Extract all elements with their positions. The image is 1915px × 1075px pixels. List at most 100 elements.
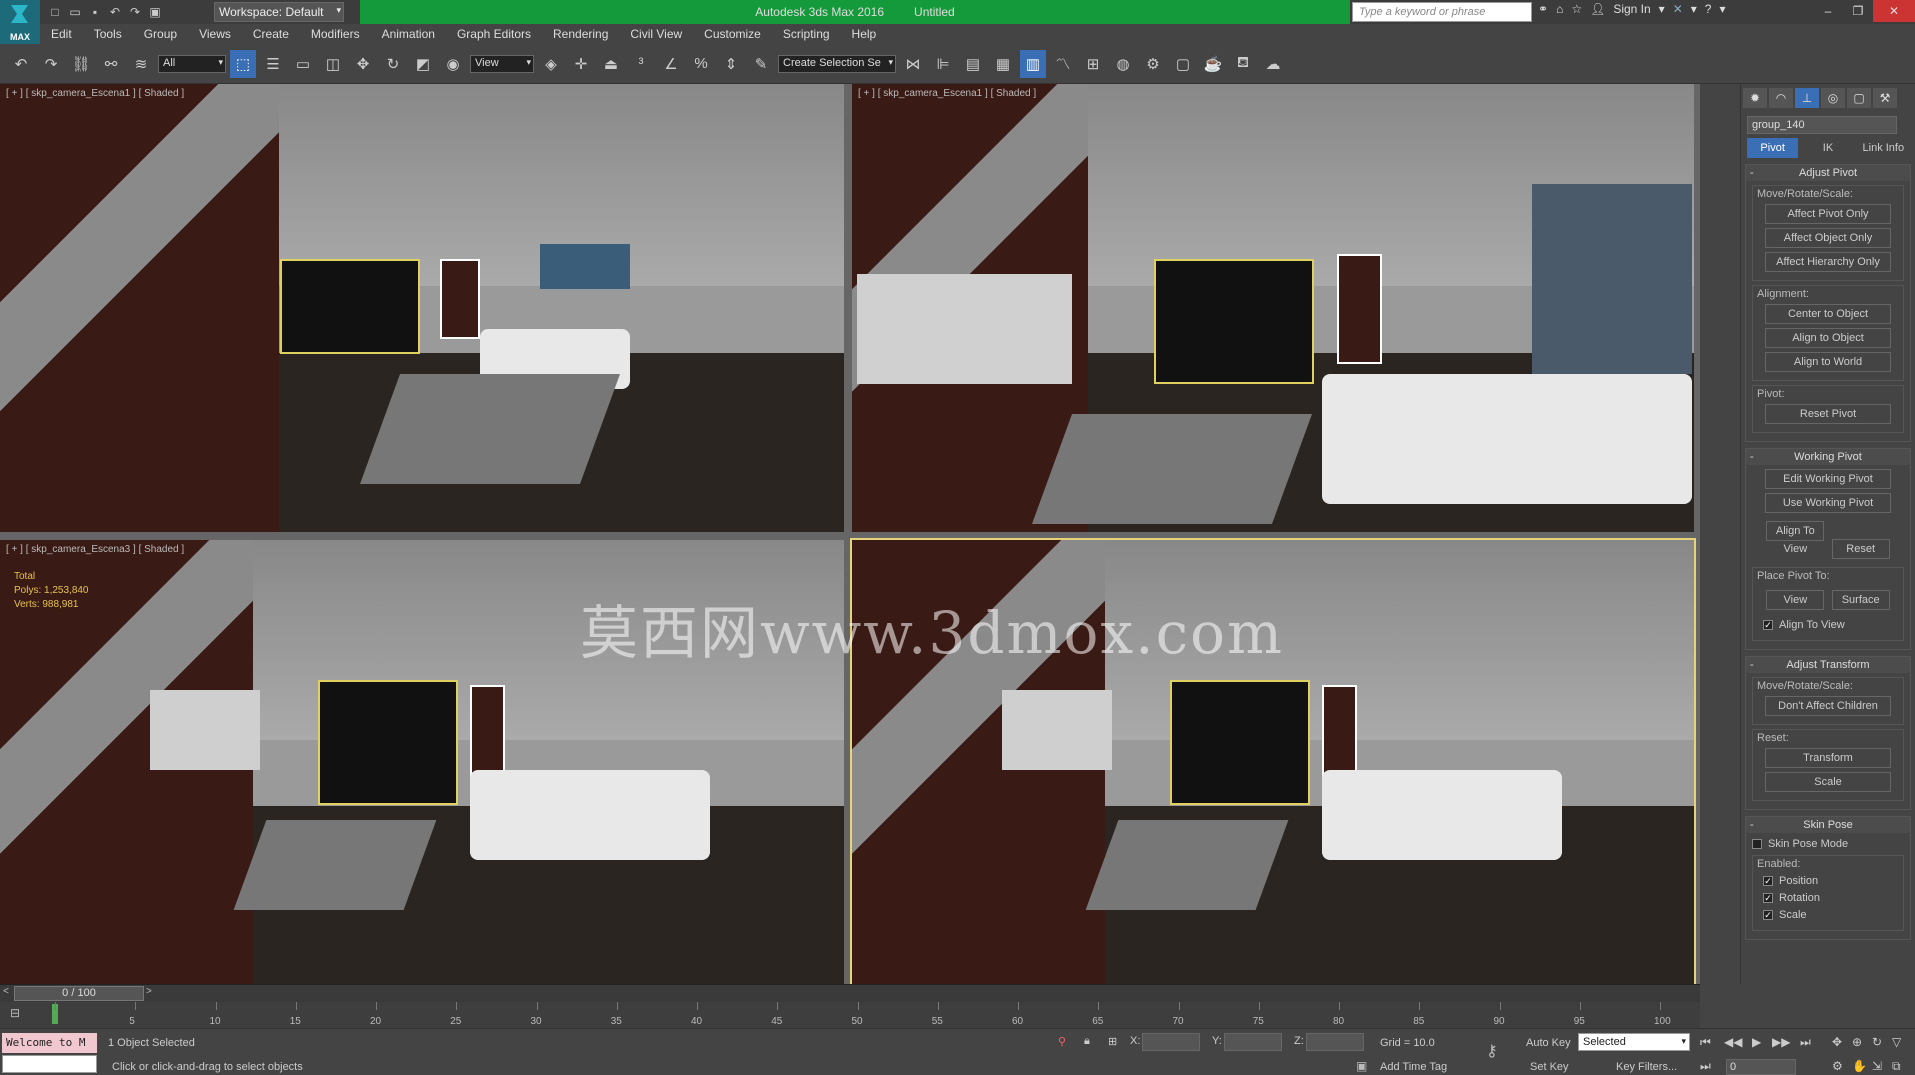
checkbox-checked[interactable]: ✓ — [1763, 893, 1773, 903]
rollout-header[interactable]: - Adjust Transform — [1746, 657, 1910, 673]
selection-filter-dropdown[interactable]: All ▾ — [158, 54, 226, 73]
orbit-icon[interactable]: ↻ — [1872, 1035, 1882, 1049]
align-to-view-button[interactable]: Align To View — [1766, 521, 1825, 555]
menu-modifiers[interactable]: Modifiers — [300, 27, 371, 41]
tab-link-info[interactable]: Link Info — [1858, 138, 1909, 158]
place-surface-button[interactable]: Surface — [1831, 590, 1890, 610]
menu-edit[interactable]: Edit — [40, 27, 83, 41]
maxscript-input[interactable] — [2, 1055, 97, 1073]
reset-transform-button[interactable]: Transform — [1765, 748, 1891, 768]
absolute-mode-icon[interactable]: ⊞ — [1108, 1035, 1117, 1048]
tab-pivot[interactable]: Pivot — [1747, 138, 1799, 158]
restore-icon[interactable]: ❐ — [1843, 0, 1873, 22]
center-to-object-button[interactable]: Center to Object — [1765, 304, 1891, 324]
affect-hierarchy-only-button[interactable]: Affect Hierarchy Only — [1765, 252, 1891, 272]
go-to-end-icon[interactable]: ⏭ — [1800, 1035, 1811, 1050]
maxscript-listener[interactable]: Welcome to M — [2, 1033, 97, 1053]
time-tag-icon[interactable]: ▣ — [1356, 1059, 1367, 1073]
field-of-view-icon[interactable]: ▽ — [1892, 1035, 1901, 1049]
select-rotate-icon[interactable]: ↻ — [380, 50, 406, 78]
material-editor-icon[interactable]: ◍ — [1110, 50, 1136, 78]
select-by-name-icon[interactable]: ☰ — [260, 50, 286, 78]
align-to-object-button[interactable]: Align to Object — [1765, 328, 1891, 348]
mini-curve-editor-icon[interactable]: ⊟ — [10, 1006, 20, 1020]
sign-in-link[interactable]: Sign In — [1613, 2, 1650, 16]
create-tab-icon[interactable]: ✹ — [1743, 88, 1767, 108]
toggle-ribbon-icon[interactable]: ▦ — [990, 50, 1016, 78]
save-file-icon[interactable]: ▪ — [86, 3, 104, 21]
rotation-checkbox[interactable]: ✓ Rotation — [1763, 892, 1893, 904]
edit-working-pivot-button[interactable]: Edit Working Pivot — [1765, 469, 1891, 489]
menu-scripting[interactable]: Scripting — [772, 27, 841, 41]
zoom-all-icon[interactable]: ⊕ — [1852, 1035, 1862, 1049]
play-icon[interactable]: ▶ — [1752, 1035, 1761, 1049]
isolate-icon[interactable]: ⚲ — [1058, 1035, 1066, 1048]
lock-selection-icon[interactable]: 🔒︎ — [1084, 1035, 1090, 1048]
exchange-icon[interactable]: ✕ — [1673, 2, 1683, 16]
modify-tab-icon[interactable]: ◠ — [1769, 88, 1793, 108]
menu-rendering[interactable]: Rendering — [542, 27, 619, 41]
undo-icon[interactable]: ↶ — [8, 50, 34, 78]
favorites-star-icon[interactable]: ☆ — [1571, 2, 1582, 16]
set-key-button[interactable]: Set Key — [1530, 1061, 1569, 1073]
use-working-pivot-button[interactable]: Use Working Pivot — [1765, 493, 1891, 513]
window-crossing-icon[interactable]: ◫ — [320, 50, 346, 78]
render-iterative-icon[interactable]: ⛾ — [1230, 50, 1256, 78]
bind-space-warp-icon[interactable]: ≋ — [128, 50, 154, 78]
key-icon[interactable]: ⚷ — [1486, 1041, 1498, 1061]
percent-snap-icon[interactable]: % — [688, 50, 714, 78]
affect-object-only-button[interactable]: Affect Object Only — [1765, 228, 1891, 248]
chevron-down-icon[interactable]: ▾ — [1719, 2, 1725, 16]
skin-pose-mode-checkbox[interactable]: Skin Pose Mode — [1752, 838, 1904, 850]
key-mode-dropdown[interactable]: Selected ▾ — [1578, 1033, 1690, 1051]
toggle-layer-explorer-icon[interactable]: ▤ — [960, 50, 986, 78]
pivot-center-icon[interactable]: ◈ — [538, 50, 564, 78]
menu-views[interactable]: Views — [188, 27, 242, 41]
menu-help[interactable]: Help — [841, 27, 888, 41]
viewport-label[interactable]: [ + ] [ skp_camera_Escena1 ] [ Shaded ] — [858, 88, 1036, 99]
scale-checkbox[interactable]: ✓ Scale — [1763, 909, 1893, 921]
checkbox-unchecked[interactable] — [1752, 839, 1762, 849]
pan-icon[interactable]: ✋ — [1852, 1059, 1867, 1073]
binoculars-icon[interactable]: ⚭ — [1538, 2, 1548, 16]
key-filters-button[interactable]: Key Filters... — [1616, 1061, 1677, 1073]
affect-pivot-only-button[interactable]: Affect Pivot Only — [1765, 204, 1891, 224]
chevron-down-icon[interactable]: ▾ — [1691, 2, 1697, 16]
search-input[interactable]: Type a keyword or phrase — [1352, 2, 1532, 22]
edit-named-selection-icon[interactable]: ✎ — [748, 50, 774, 78]
render-setup-icon[interactable]: ⚙ — [1140, 50, 1166, 78]
hierarchy-tab-icon[interactable]: ⊥ — [1795, 88, 1819, 108]
walk-through-icon[interactable]: ⇲ — [1872, 1059, 1882, 1073]
render-production-icon[interactable]: ☕ — [1200, 50, 1226, 78]
select-scale-icon[interactable]: ◩ — [410, 50, 436, 78]
reset-pivot-button[interactable]: Reset Pivot — [1765, 404, 1891, 424]
utilities-tab-icon[interactable]: ⚒ — [1873, 88, 1897, 108]
link-icon[interactable]: ⛓ — [68, 50, 94, 78]
minimize-icon[interactable]: – — [1813, 0, 1843, 22]
reset-scale-button[interactable]: Scale — [1765, 772, 1891, 792]
viewport-label[interactable]: [ + ] [ skp_camera_Escena3 ] [ Shaded ] — [6, 544, 184, 555]
project-folder-icon[interactable]: ▣ — [146, 3, 164, 21]
snaps-toggle-icon[interactable]: ³ — [628, 50, 654, 78]
previous-frame-icon[interactable]: ◀◀ — [1724, 1035, 1742, 1049]
subscription-icon[interactable]: ⌂ — [1556, 2, 1563, 16]
add-time-tag[interactable]: Add Time Tag — [1380, 1061, 1447, 1073]
mirror-icon[interactable]: ⋈ — [900, 50, 926, 78]
manipulate-icon[interactable]: ✛ — [568, 50, 594, 78]
go-to-start-icon[interactable]: ⏮ — [1700, 1035, 1711, 1050]
x-coordinate-field[interactable] — [1142, 1033, 1200, 1051]
menu-civil-view[interactable]: Civil View — [619, 27, 693, 41]
menu-graph-editors[interactable]: Graph Editors — [446, 27, 542, 41]
maximize-viewport-icon[interactable]: ⧉ — [1892, 1059, 1901, 1074]
menu-customize[interactable]: Customize — [693, 27, 772, 41]
close-icon[interactable]: ✕ — [1873, 0, 1915, 22]
redo-icon[interactable]: ↷ — [126, 3, 144, 21]
align-icon[interactable]: ⊫ — [930, 50, 956, 78]
workspace-dropdown[interactable]: Workspace: Default ▾ — [214, 2, 344, 22]
open-file-icon[interactable]: ▭ — [66, 3, 84, 21]
menu-create[interactable]: Create — [242, 27, 300, 41]
align-to-view-checkbox[interactable]: ✓ Align To View — [1763, 619, 1893, 631]
chevron-down-icon[interactable]: ▾ — [1659, 2, 1665, 16]
user-icon[interactable]: 👤︎ — [1590, 2, 1605, 16]
y-coordinate-field[interactable] — [1224, 1033, 1282, 1051]
